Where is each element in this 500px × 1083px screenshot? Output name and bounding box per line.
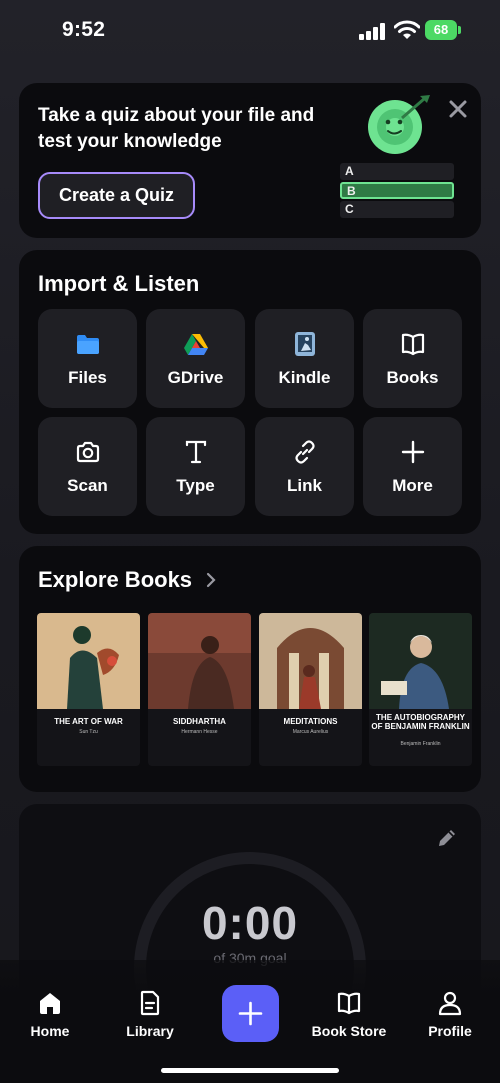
book-title: SIDDHARTHA [173,717,226,726]
book-card[interactable]: THE AUTOBIOGRAPHY OF BENJAMIN FRANKLIN B… [369,613,472,766]
import-kindle-tile[interactable]: Kindle [255,309,354,408]
explore-books-title[interactable]: Explore Books [38,567,192,593]
nav-library[interactable]: Library [102,990,198,1046]
book-cover-image [148,613,251,709]
plus-icon [401,440,425,464]
import-listen-card: Import & Listen Files GDrive Kindle Book… [19,250,481,534]
battery-level: 68 [425,20,457,40]
tile-label: Link [287,476,322,495]
status-time: 9:52 [62,18,106,41]
quiz-promo-text: Take a quiz about your file and test you… [38,105,315,152]
import-more-tile[interactable]: More [363,417,462,516]
cellular-signal-icon [359,22,387,40]
book-title: MEDITATIONS [283,717,338,726]
create-quiz-button[interactable]: Create a Quiz [38,172,195,219]
camera-icon [76,441,100,463]
explore-books-card: Explore Books THE ART OF WAR Sun Tzu SID… [19,546,481,792]
timer-value: 0:00 [201,897,299,949]
import-books-tile[interactable]: Books [363,309,462,408]
home-indicator [161,1068,339,1073]
quiz-promo-card: Take a quiz about your file and test you… [19,83,481,238]
nav-label: Home [30,1023,70,1039]
wifi-icon [394,20,420,39]
book-author: Marcus Aurelius [292,729,329,735]
status-bar: 9:52 68 [0,0,500,62]
import-gdrive-tile[interactable]: GDrive [146,309,245,408]
import-section-title: Import & Listen [38,271,200,296]
nav-label: Library [126,1023,174,1039]
import-scan-tile[interactable]: Scan [38,417,137,516]
book-cover-image [259,613,362,709]
nav-profile[interactable]: Profile [402,990,498,1046]
chevron-right-icon[interactable] [205,572,217,588]
import-link-tile[interactable]: Link [255,417,354,516]
close-icon[interactable] [447,98,469,120]
google-drive-icon [184,334,208,355]
quiz-option: C [340,201,454,218]
person-icon [438,991,462,1016]
book-author: Hermann Hesse [181,729,218,735]
link-icon [295,440,315,464]
add-button[interactable] [222,985,279,1042]
quiz-options-illustration: A B C [340,163,454,220]
tile-label: Files [68,368,107,387]
book-card[interactable]: THE ART OF WAR Sun Tzu [37,613,140,766]
import-type-tile[interactable]: Type [146,417,245,516]
tile-label: More [392,476,433,495]
bottom-navigation: Home Library Book Store Profile [0,960,500,1083]
book-cover-image [37,613,140,709]
kindle-icon [295,332,315,356]
book-title: THE AUTOBIOGRAPHY OF BENJAMIN FRANKLIN [371,713,470,731]
nav-label: Book Store [311,1023,387,1039]
book-open-icon [401,333,425,356]
battery-icon: 68 [425,20,462,40]
document-icon [140,990,160,1016]
tile-label: Type [176,476,215,495]
text-t-icon [185,440,207,464]
import-files-tile[interactable]: Files [38,309,137,408]
book-cover-image [369,613,472,709]
pencil-icon[interactable] [435,826,459,850]
book-card[interactable]: MEDITATIONS Marcus Aurelius [259,613,362,766]
target-mascot-icon [368,95,430,154]
tile-label: Scan [67,476,108,495]
plus-icon [238,1001,263,1026]
book-open-icon [337,992,361,1015]
tile-label: Kindle [278,368,331,387]
nav-home[interactable]: Home [2,990,98,1046]
folder-icon [77,335,99,354]
nav-book-store[interactable]: Book Store [301,990,397,1046]
quiz-option-selected: B [340,182,454,199]
tile-label: Books [386,368,439,387]
nav-label: Profile [428,1023,472,1039]
book-title: THE ART OF WAR [54,717,123,726]
quiz-option: A [340,163,454,180]
home-icon [40,993,60,1014]
book-author: Sun Tzu [79,729,98,735]
book-card[interactable]: SIDDHARTHA Hermann Hesse [148,613,251,766]
tile-label: GDrive [167,368,224,387]
book-author: Benjamin Franklin [400,741,441,747]
